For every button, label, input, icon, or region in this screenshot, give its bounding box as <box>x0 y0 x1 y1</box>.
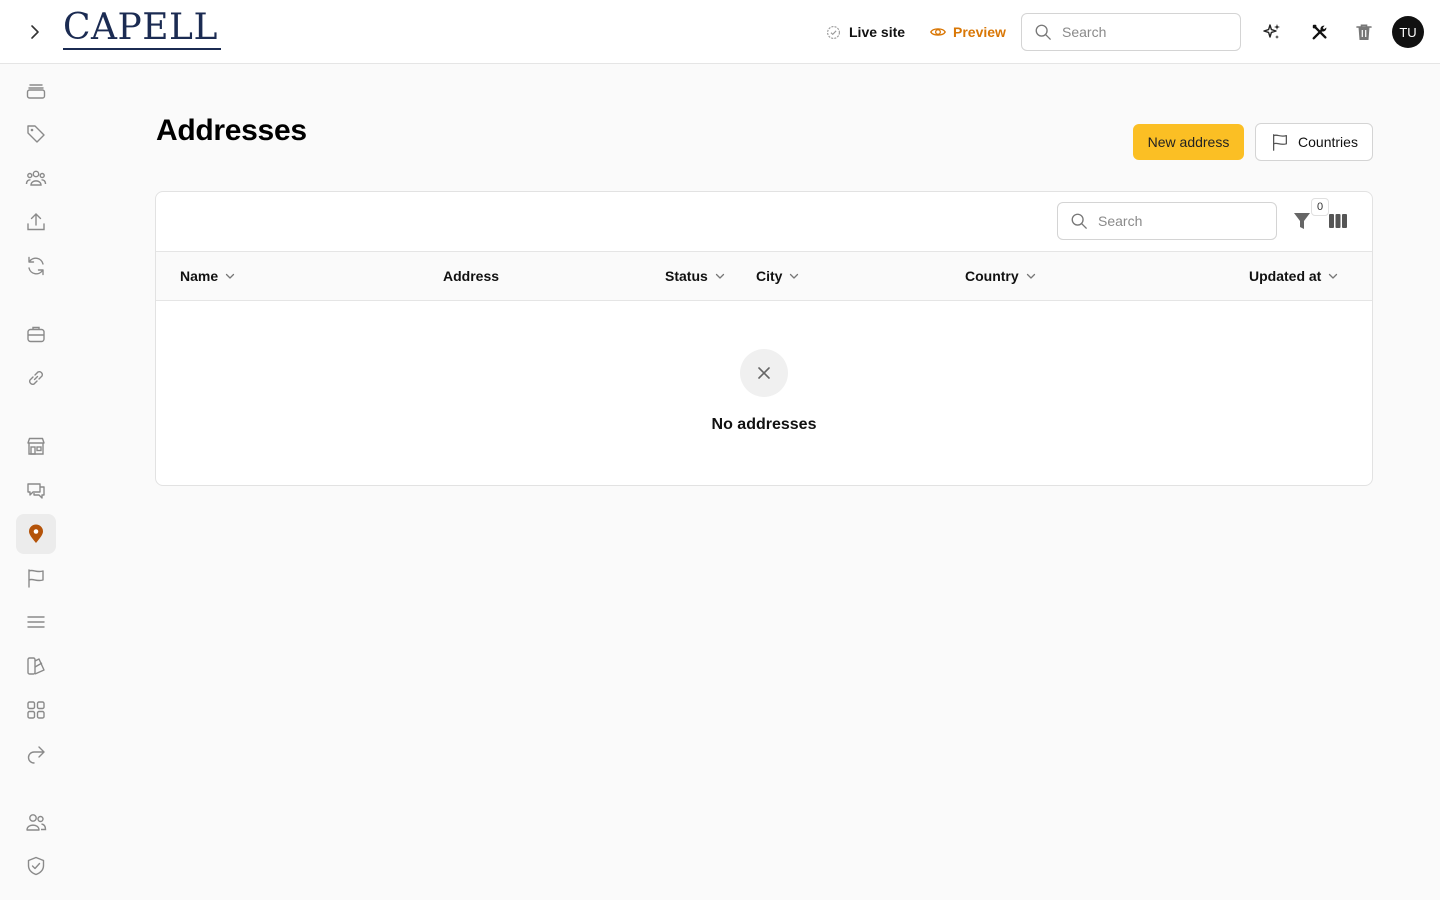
column-header-label: Address <box>443 268 500 284</box>
chevron-down-icon <box>715 273 724 279</box>
countries-button[interactable]: Countries <box>1255 123 1373 161</box>
column-header-city[interactable]: City <box>756 252 800 300</box>
chevron-down-icon <box>790 273 799 279</box>
preview-link[interactable]: Preview <box>929 20 1006 44</box>
columns-icon <box>1329 214 1347 228</box>
column-header-updated-at[interactable]: Updated at <box>1249 252 1339 300</box>
briefcase-icon <box>27 326 45 343</box>
share-arrow-icon <box>27 746 45 764</box>
chevron-right-icon <box>31 25 39 39</box>
funnel-icon <box>1294 213 1310 229</box>
columns-toggle-button[interactable] <box>1327 210 1349 232</box>
live-site-label: Live site <box>849 24 906 40</box>
top-bar: CAPELL Live site Preview TU <box>0 0 1440 64</box>
sidebar-item-apps[interactable] <box>16 690 56 730</box>
column-header-label: Name <box>180 268 219 284</box>
ai-sparkle-button[interactable] <box>1260 20 1284 44</box>
upload-icon <box>27 213 45 231</box>
countries-button-label: Countries <box>1298 134 1358 150</box>
chevron-down-icon <box>1026 273 1035 279</box>
map-pin-icon <box>29 524 43 543</box>
sidebar-item-users[interactable] <box>16 802 56 842</box>
sidebar-item-upload[interactable] <box>16 202 56 242</box>
column-header-label: Updated at <box>1249 268 1322 284</box>
logo-underline <box>63 48 221 50</box>
table-header-row: Name Address Status City Country Updated… <box>156 252 1372 301</box>
store-icon <box>27 437 45 455</box>
sidebar-item-messages[interactable] <box>16 470 56 510</box>
empty-state-icon <box>740 349 788 397</box>
chevron-down-icon <box>225 273 235 279</box>
column-header-label: Country <box>965 268 1019 284</box>
global-search[interactable] <box>1021 13 1241 51</box>
column-header-name[interactable]: Name <box>180 252 236 300</box>
flag-icon <box>28 569 44 588</box>
tools-button[interactable] <box>1308 20 1332 44</box>
sidebar-item-tags[interactable] <box>16 114 56 154</box>
eye-icon <box>930 28 946 36</box>
table-search[interactable] <box>1057 202 1277 240</box>
sidebar-item-business[interactable] <box>16 314 56 354</box>
chevron-down-icon <box>1329 273 1338 279</box>
expand-sidebar-button[interactable] <box>20 18 48 46</box>
sidebar-item-countries[interactable] <box>16 558 56 598</box>
search-icon <box>1035 24 1051 40</box>
addresses-table-card: 0 Name Address Status City Country Updat… <box>155 191 1373 486</box>
check-circle-icon <box>827 25 840 39</box>
filter-button[interactable] <box>1291 209 1313 233</box>
column-header-label: City <box>756 268 783 284</box>
column-header-label: Status <box>665 268 708 284</box>
wrench-screwdriver-icon <box>1312 24 1327 40</box>
brand-logo[interactable]: CAPELL <box>63 10 221 50</box>
sidebar-item-inbox[interactable] <box>16 70 56 110</box>
user-avatar[interactable]: TU <box>1392 16 1424 48</box>
sparkles-icon <box>1263 24 1280 39</box>
flag-icon <box>1273 134 1288 151</box>
tag-icon <box>27 125 45 143</box>
sidebar-item-menus[interactable] <box>16 602 56 642</box>
search-icon <box>1071 213 1087 229</box>
table-toolbar: 0 <box>156 192 1372 252</box>
shield-check-icon <box>27 856 45 876</box>
table-search-input[interactable] <box>1098 213 1248 229</box>
chat-icon <box>27 483 45 499</box>
new-address-button[interactable]: New address <box>1133 124 1244 160</box>
sidebar <box>0 64 72 900</box>
trash-icon <box>1356 24 1372 40</box>
sidebar-item-redirects[interactable] <box>16 734 56 774</box>
apps-grid-icon <box>27 701 45 719</box>
global-search-input[interactable] <box>1062 24 1212 40</box>
refresh-icon <box>28 256 44 276</box>
close-icon <box>758 367 770 379</box>
link-icon <box>29 371 43 385</box>
brand-name: CAPELL <box>63 7 218 48</box>
preview-label: Preview <box>953 24 1006 40</box>
column-header-country[interactable]: Country <box>965 252 1037 300</box>
page-title: Addresses <box>156 114 307 147</box>
users-group-icon <box>25 170 47 186</box>
column-header-status[interactable]: Status <box>665 252 726 300</box>
sidebar-item-customers[interactable] <box>16 158 56 198</box>
inbox-icon <box>26 84 46 99</box>
live-site-link[interactable]: Live site <box>826 20 905 44</box>
sidebar-item-sync[interactable] <box>16 246 56 286</box>
users-icon <box>26 814 47 831</box>
trash-button[interactable] <box>1352 20 1376 44</box>
empty-state-message: No addresses <box>711 416 817 433</box>
sidebar-item-stores[interactable] <box>16 426 56 466</box>
sidebar-item-security[interactable] <box>16 846 56 886</box>
swatch-icon <box>27 657 45 675</box>
sidebar-item-themes[interactable] <box>16 646 56 686</box>
sidebar-item-links[interactable] <box>16 358 56 398</box>
column-header-address: Address <box>443 252 499 300</box>
menu-lines-icon <box>27 616 45 628</box>
sidebar-item-addresses[interactable] <box>16 514 56 554</box>
